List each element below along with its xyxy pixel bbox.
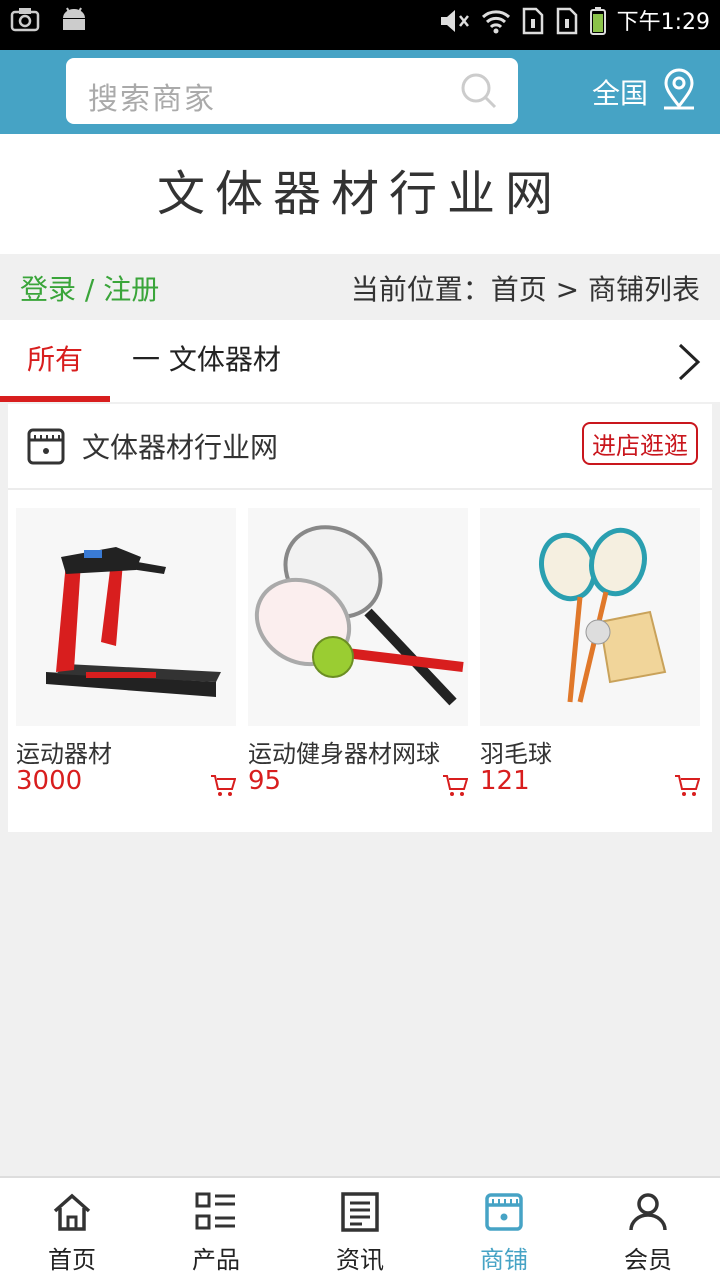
product-price: 95 (248, 766, 282, 796)
badminton-image[interactable] (480, 508, 700, 726)
shop-name: 文体器材行业网 (82, 431, 279, 464)
nav-products[interactable]: 产品 (144, 1178, 288, 1282)
enter-shop-button[interactable]: 进店逛逛 (582, 422, 698, 465)
product-name[interactable]: 运动器材 (16, 734, 112, 769)
active-tab-indicator (0, 396, 110, 402)
user-icon (576, 1190, 720, 1234)
store-icon (26, 426, 66, 470)
sim1-icon (521, 7, 545, 39)
product-name[interactable]: 运动健身器材网球 (248, 734, 440, 769)
product-card[interactable]: 运动健身器材网球 95 (248, 508, 469, 818)
news-icon (288, 1190, 432, 1234)
nav-member[interactable]: 会员 (576, 1178, 720, 1282)
sim2-icon (555, 7, 579, 39)
nav-shops-label: 商铺 (480, 1246, 528, 1274)
android-icon (60, 6, 88, 36)
mute-icon (439, 8, 471, 38)
battery-icon (589, 6, 607, 40)
search-placeholder: 搜索商家 (88, 82, 216, 117)
tab-all[interactable]: 所有 (0, 320, 110, 402)
cart-icon[interactable] (674, 774, 701, 802)
category-tabs: 所有 一 文体器材 (0, 320, 720, 402)
nav-shops[interactable]: 商铺 (432, 1178, 576, 1282)
nav-member-label: 会员 (624, 1246, 672, 1274)
nav-news-label: 资讯 (336, 1246, 384, 1274)
shop-icon (432, 1190, 576, 1234)
cart-icon[interactable] (442, 774, 469, 802)
cart-icon[interactable] (210, 774, 237, 802)
status-bar: 下午1:29 (0, 0, 720, 50)
tab-sports-equipment[interactable]: 一 文体器材 (132, 320, 281, 400)
clock: 下午1:29 (616, 10, 710, 35)
breadcrumb: 当前位置：首页 > 商铺列表 (350, 273, 700, 306)
product-price: 3000 (16, 766, 83, 796)
treadmill-image[interactable] (16, 508, 236, 726)
location-pin-icon[interactable] (660, 68, 698, 114)
site-title-bar: 文体器材行业网 (0, 134, 720, 254)
login-register-link[interactable]: 登录 / 注册 (20, 268, 159, 308)
header: 搜索商家 全国 (0, 50, 720, 134)
nav-home-label: 首页 (48, 1246, 96, 1274)
product-card[interactable]: 羽毛球 121 (480, 508, 701, 818)
nav-home[interactable]: 首页 (0, 1178, 144, 1282)
screenshot-icon (10, 6, 40, 36)
product-card[interactable]: 运动器材 3000 (16, 508, 237, 818)
tennis-rackets-image[interactable] (248, 508, 468, 726)
nav-products-label: 产品 (192, 1246, 240, 1274)
chevron-right-icon[interactable] (676, 342, 702, 386)
list-icon (144, 1190, 288, 1234)
product-name[interactable]: 羽毛球 (480, 734, 552, 769)
site-title: 文体器材行业网 (156, 166, 563, 222)
product-price: 121 (480, 766, 530, 796)
search-icon[interactable] (460, 72, 498, 114)
shop-header: 文体器材行业网 进店逛逛 (8, 404, 712, 490)
breadcrumb-bar: 登录 / 注册 当前位置：首页 > 商铺列表 (0, 254, 720, 320)
region-selector[interactable]: 全国 (592, 72, 648, 112)
shop-card: 文体器材行业网 进店逛逛 运动器材 3000 运动健身器材网球 95 羽毛球 1… (8, 404, 712, 832)
search-input[interactable]: 搜索商家 (66, 58, 518, 124)
home-icon (0, 1190, 144, 1234)
nav-news[interactable]: 资讯 (288, 1178, 432, 1282)
wifi-icon (481, 8, 511, 38)
bottom-nav: 首页 产品 资讯 商铺 会员 (0, 1176, 720, 1282)
tab-all-label: 所有 (26, 343, 83, 376)
